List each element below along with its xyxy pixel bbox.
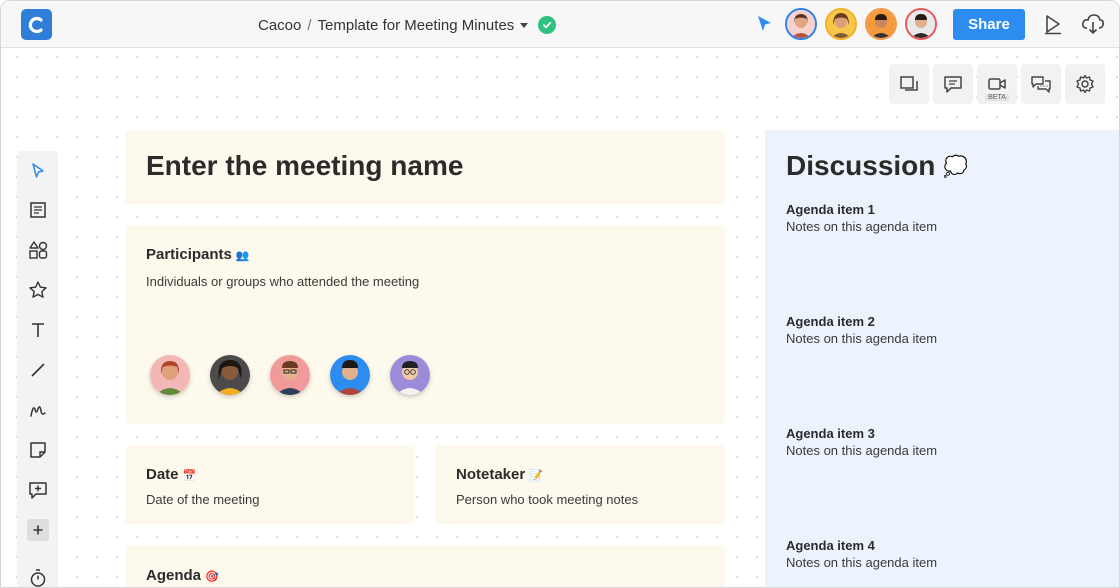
date-title: Date [146, 466, 179, 483]
collaborator-avatar[interactable] [785, 8, 817, 40]
participants-description[interactable]: Individuals or groups who attended the m… [146, 274, 419, 289]
text-tool[interactable] [17, 310, 58, 350]
sticky-note-icon [29, 442, 46, 458]
stencil-tool[interactable] [17, 270, 58, 310]
discussion-heading: Discussion 💭 [786, 150, 968, 182]
collaborator-avatar[interactable] [825, 8, 857, 40]
more-tools-button[interactable] [17, 510, 58, 550]
participants-card[interactable]: Participants 👥 Individuals or groups who … [125, 225, 725, 424]
top-bar: Cacoo / Template for Meeting Minutes Sha… [1, 1, 1119, 48]
cacoo-logo[interactable] [21, 9, 52, 40]
workspace-name[interactable]: Cacoo [258, 17, 301, 34]
agenda-item[interactable]: Agenda item 2 Notes on this agenda item [786, 314, 937, 346]
memo-icon: 📝 [529, 470, 543, 482]
people-icon: 👥 [235, 250, 250, 262]
line-icon [30, 363, 45, 377]
share-button[interactable]: Share [953, 9, 1025, 40]
agenda-title: Agenda [146, 567, 202, 584]
pointer-icon [31, 163, 44, 178]
shapes-icon [28, 241, 47, 259]
canvas[interactable]: Cacoo / Template for Meeting Minutes Sha… [0, 0, 1120, 588]
agenda-item-notes[interactable]: Notes on this agenda item [786, 443, 937, 458]
discussion-title: Discussion [786, 150, 936, 181]
date-heading: Date 📅 [146, 466, 196, 483]
timer-tool[interactable] [17, 558, 58, 587]
participant-avatar[interactable] [330, 355, 370, 395]
plus-icon[interactable] [26, 519, 49, 541]
pages-icon [900, 76, 918, 91]
collaborator-avatar[interactable] [905, 8, 937, 40]
participants-title: Participants [146, 246, 232, 263]
gear-icon [1076, 74, 1094, 94]
agenda-item[interactable]: Agenda item 1 Notes on this agenda item [786, 202, 937, 234]
breadcrumb: Cacoo / Template for Meeting Minutes [258, 14, 557, 36]
template-tool[interactable] [17, 190, 58, 230]
chat-button[interactable] [1021, 64, 1061, 104]
video-call-button[interactable]: BETA [977, 64, 1017, 104]
agenda-item-title: Agenda item 1 [786, 202, 875, 217]
pages-button[interactable] [889, 64, 929, 104]
date-card[interactable]: Date 📅 Date of the meeting [125, 445, 415, 524]
meeting-name-card[interactable]: Enter the meeting name [125, 130, 725, 204]
collaborator-avatar[interactable] [865, 8, 897, 40]
participant-avatar[interactable] [210, 355, 250, 395]
discussion-panel[interactable]: Discussion 💭 Agenda item 1 Notes on this … [765, 130, 1119, 587]
participants-heading: Participants 👥 [146, 246, 250, 263]
document-icon [29, 202, 46, 218]
date-description[interactable]: Date of the meeting [146, 492, 259, 507]
notetaker-heading: Notetaker 📝 [456, 466, 543, 483]
participant-avatar[interactable] [270, 355, 310, 395]
play-presentation-icon[interactable] [1043, 13, 1063, 40]
breadcrumb-separator: / [307, 16, 312, 34]
agenda-item-title: Agenda item 2 [786, 314, 875, 329]
target-icon: 🎯 [205, 571, 219, 583]
freehand-icon [29, 406, 46, 417]
comment-tool[interactable] [17, 470, 58, 510]
comments-button[interactable] [933, 64, 973, 104]
agenda-item-title: Agenda item 4 [786, 538, 875, 553]
agenda-item[interactable]: Agenda item 4 Notes on this agenda item [786, 538, 937, 570]
star-icon [28, 281, 47, 298]
agenda-item-notes[interactable]: Notes on this agenda item [786, 331, 937, 346]
participant-avatar[interactable] [150, 355, 190, 395]
agenda-item-notes[interactable]: Notes on this agenda item [786, 555, 937, 570]
agenda-heading: Agenda 🎯 [146, 567, 219, 584]
line-tool[interactable] [17, 350, 58, 390]
saved-check-icon [538, 16, 557, 34]
timer-icon [30, 569, 45, 587]
meeting-name[interactable]: Enter the meeting name [146, 150, 463, 182]
agenda-item-title: Agenda item 3 [786, 426, 875, 441]
chevron-down-icon[interactable] [520, 22, 529, 28]
settings-button[interactable] [1065, 64, 1105, 104]
cloud-download-icon[interactable] [1081, 13, 1105, 40]
shapes-tool[interactable] [17, 230, 58, 270]
chat-icon [1031, 76, 1051, 93]
text-icon [31, 323, 44, 337]
sticky-note-tool[interactable] [17, 430, 58, 470]
left-toolbar [17, 151, 58, 587]
thought-bubble-icon: 💭 [943, 155, 969, 178]
agenda-item-notes[interactable]: Notes on this agenda item [786, 219, 937, 234]
agenda-card[interactable]: Agenda 🎯 [125, 545, 725, 587]
notetaker-card[interactable]: Notetaker 📝 Person who took meeting notes [435, 445, 725, 524]
notetaker-title: Notetaker [456, 466, 526, 483]
comment-icon [944, 76, 962, 93]
pen-tool[interactable] [17, 390, 58, 430]
notetaker-description[interactable]: Person who took meeting notes [456, 492, 638, 507]
add-comment-icon [28, 482, 47, 499]
beta-badge: BETA [985, 94, 1009, 101]
agenda-item[interactable]: Agenda item 3 Notes on this agenda item [786, 426, 937, 458]
calendar-icon: 📅 [182, 470, 197, 482]
participant-avatar[interactable] [390, 355, 430, 395]
pointer-cursor-icon[interactable] [755, 14, 775, 39]
select-tool[interactable] [17, 151, 58, 191]
video-camera-icon [988, 78, 1006, 90]
document-title[interactable]: Template for Meeting Minutes [318, 17, 515, 34]
